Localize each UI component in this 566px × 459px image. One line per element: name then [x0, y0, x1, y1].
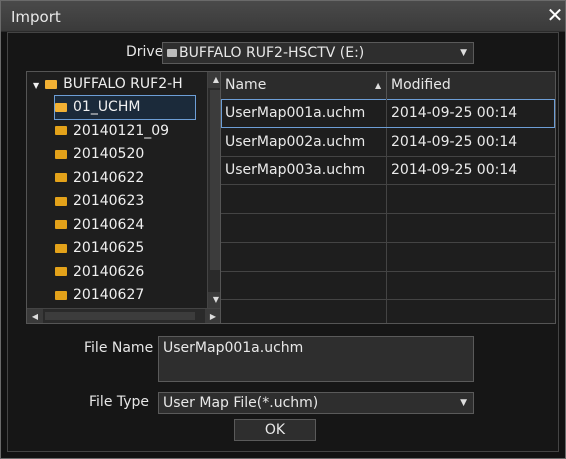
dialog-body: Drive BUFFALO RUF2-HSCTV (E:) ▼ ▼ BUFFALO… — [7, 32, 559, 452]
folder-icon — [55, 126, 67, 135]
empty-row — [221, 271, 555, 301]
import-dialog: Import ✕ Drive BUFFALO RUF2-HSCTV (E:) ▼… — [0, 0, 566, 459]
tree-folder-item[interactable]: 20140623 — [55, 190, 144, 213]
file-type-label: File Type — [89, 394, 150, 410]
scroll-right-icon[interactable]: ▶ — [205, 309, 221, 323]
expand-arrow-icon[interactable]: ▼ — [33, 81, 39, 90]
tree-folder-label: 20140622 — [73, 169, 145, 186]
tree-folder-label: 20140625 — [73, 240, 145, 256]
file-list-header: Name ▲ Modified — [221, 72, 555, 100]
file-name-label: File Name — [84, 340, 154, 356]
file-name-value: UserMap001a.uchm — [163, 340, 304, 356]
file-name-field[interactable]: UserMap001a.uchm — [158, 336, 474, 382]
file-type-select[interactable]: User Map File(*.uchm) ▼ — [158, 392, 474, 414]
file-name-cell: UserMap002a.uchm — [221, 127, 387, 156]
empty-cell — [221, 242, 387, 271]
drive-icon — [167, 49, 177, 57]
file-name-cell: UserMap001a.uchm — [221, 99, 387, 127]
empty-cell — [387, 243, 555, 271]
folder-open-icon — [45, 79, 58, 89]
tree-folder-label: 20140623 — [73, 193, 145, 209]
drive-value: BUFFALO RUF2-HSCTV (E:) — [179, 45, 365, 61]
empty-cell — [387, 300, 555, 323]
tree-horizontal-scrollbar[interactable]: ◀ ▶ — [27, 308, 223, 323]
dialog-title: Import — [11, 8, 61, 26]
folder-open-icon — [55, 102, 67, 112]
tree-folder-item[interactable]: 20140121_09 — [55, 120, 169, 143]
folder-icon — [55, 290, 67, 300]
empty-row — [221, 299, 555, 323]
tree-folder-item[interactable]: 20140622 — [55, 167, 144, 190]
tree-folder-item[interactable]: 20140626 — [55, 261, 144, 284]
tree-root-label: BUFFALO RUF2-H — [63, 76, 183, 92]
tree-folder-item[interactable]: 20140624 — [55, 214, 144, 237]
tree-folder-label: 20140626 — [73, 263, 145, 280]
chevron-down-icon[interactable]: ▼ — [460, 43, 467, 63]
empty-cell — [221, 299, 387, 323]
empty-cell — [221, 185, 387, 214]
chevron-down-icon[interactable]: ▼ — [460, 393, 467, 413]
tree-folder-item[interactable]: 20140520 — [55, 143, 144, 166]
column-header-name[interactable]: Name — [221, 72, 387, 99]
folder-icon — [55, 243, 67, 253]
file-row[interactable]: UserMap001a.uchm 2014-09-25 00:14 — [221, 99, 555, 128]
tree-folder-label: 20140121_09 — [73, 122, 170, 139]
tree-folder-label: 20140520 — [73, 146, 145, 162]
folder-icon — [55, 173, 67, 182]
empty-row — [221, 185, 555, 215]
folder-tree: ▼ BUFFALO RUF2-H 01_UCHM 20140121_09 201405… — [26, 71, 224, 324]
empty-cell — [221, 213, 387, 242]
file-list: Name ▲ Modified UserMap001a.uchm 2014-09-… — [220, 71, 556, 324]
sort-ascending-icon: ▲ — [375, 81, 382, 90]
tree-folder-item[interactable]: 01_UCHM — [54, 95, 196, 120]
ok-button[interactable]: OK — [234, 419, 316, 441]
drive-label: Drive — [126, 44, 164, 60]
empty-cell — [387, 214, 555, 242]
file-modified-cell: 2014-09-25 00:14 — [391, 133, 518, 150]
empty-cell — [387, 185, 555, 213]
empty-cell — [221, 271, 387, 300]
file-type-value: User Map File(*.uchm) — [163, 395, 319, 411]
title-bar: Import ✕ — [1, 1, 565, 32]
tree-folder-label: 01_UCHM — [73, 99, 141, 115]
drive-select[interactable]: BUFFALO RUF2-HSCTV (E:) ▼ — [162, 42, 474, 64]
file-modified-cell: 2014-09-25 00:14 — [391, 162, 518, 179]
column-header-modified[interactable]: Modified — [387, 72, 555, 99]
tree-folder-label: 20140627 — [73, 287, 145, 303]
empty-row — [221, 242, 555, 272]
folder-icon — [55, 220, 67, 229]
file-modified-cell: 2014-09-25 00:14 — [391, 105, 518, 121]
scroll-left-icon[interactable]: ◀ — [27, 309, 43, 323]
tree-root[interactable]: ▼ BUFFALO RUF2-H — [33, 73, 183, 96]
h-scroll-thumb[interactable] — [45, 312, 195, 320]
empty-cell — [387, 271, 555, 299]
tree-folder-label: 20140624 — [73, 216, 145, 233]
close-icon[interactable]: ✕ — [545, 3, 565, 27]
tree-folder-item[interactable]: 20140627 — [55, 284, 144, 307]
folder-icon — [55, 196, 67, 206]
file-row[interactable]: UserMap002a.uchm 2014-09-25 00:14 — [221, 127, 555, 157]
tree-folder-item[interactable]: 20140625 — [55, 237, 144, 260]
file-name-cell: UserMap003a.uchm — [221, 156, 387, 185]
file-row[interactable]: UserMap003a.uchm 2014-09-25 00:14 — [221, 156, 555, 186]
empty-row — [221, 213, 555, 243]
folder-icon — [55, 267, 67, 276]
folder-icon — [55, 149, 67, 159]
